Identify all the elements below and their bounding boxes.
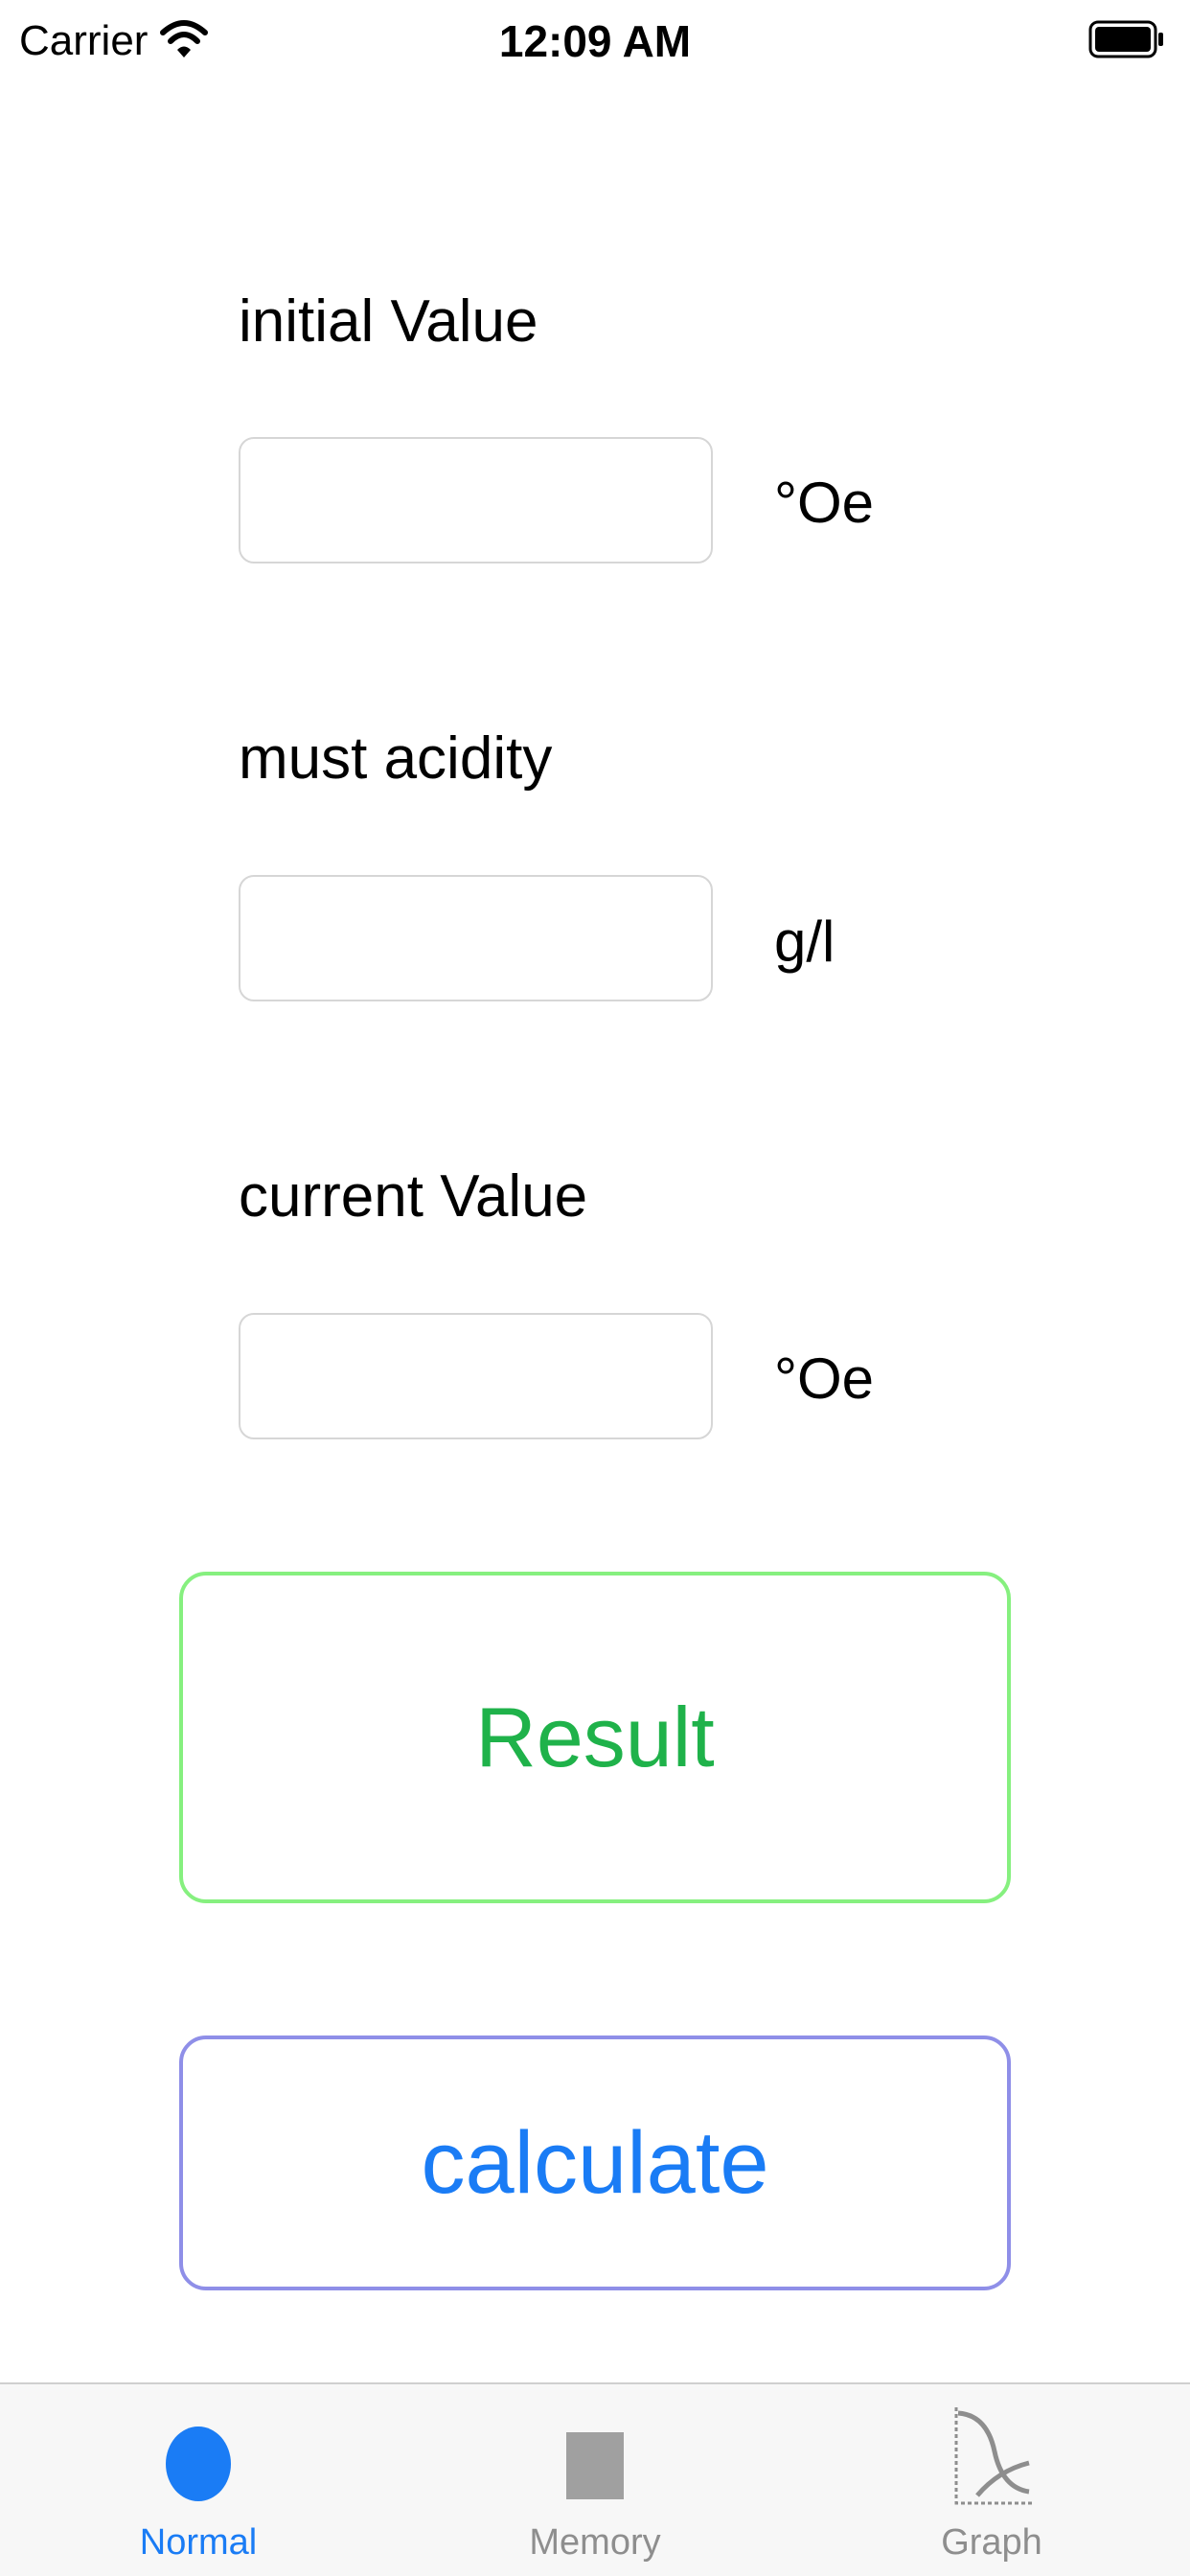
result-display: Result xyxy=(179,1572,1011,1903)
must-acidity-label: must acidity xyxy=(239,725,553,792)
tab-memory[interactable]: Memory xyxy=(397,2384,793,2576)
battery-icon xyxy=(1088,20,1163,58)
status-bar: Carrier 12:09 AM xyxy=(0,0,1190,80)
clock: 12:09 AM xyxy=(498,16,692,66)
initial-value-label: initial Value xyxy=(239,288,538,355)
tab-graph[interactable]: Graph xyxy=(793,2384,1190,2576)
tab-normal-label: Normal xyxy=(139,2522,258,2563)
current-value-label: current Value xyxy=(239,1163,588,1230)
tab-graph-label: Graph xyxy=(941,2522,1042,2563)
current-value-input[interactable] xyxy=(239,1313,713,1439)
initial-value-unit: °Oe xyxy=(774,471,875,535)
result-label: Result xyxy=(475,1690,715,1784)
tab-bar: Normal Memory Graph xyxy=(0,2382,1190,2576)
initial-value-input[interactable] xyxy=(239,437,713,564)
current-value-unit: °Oe xyxy=(774,1346,875,1411)
graph-icon xyxy=(954,2407,1033,2505)
square-icon xyxy=(566,2432,624,2499)
must-acidity-input[interactable] xyxy=(239,875,713,1001)
calculate-button[interactable]: calculate xyxy=(179,2036,1011,2290)
tab-normal[interactable]: Normal xyxy=(0,2384,397,2576)
must-acidity-unit: g/l xyxy=(774,909,835,974)
circle-icon xyxy=(166,2426,231,2501)
tab-memory-label: Memory xyxy=(529,2522,661,2563)
